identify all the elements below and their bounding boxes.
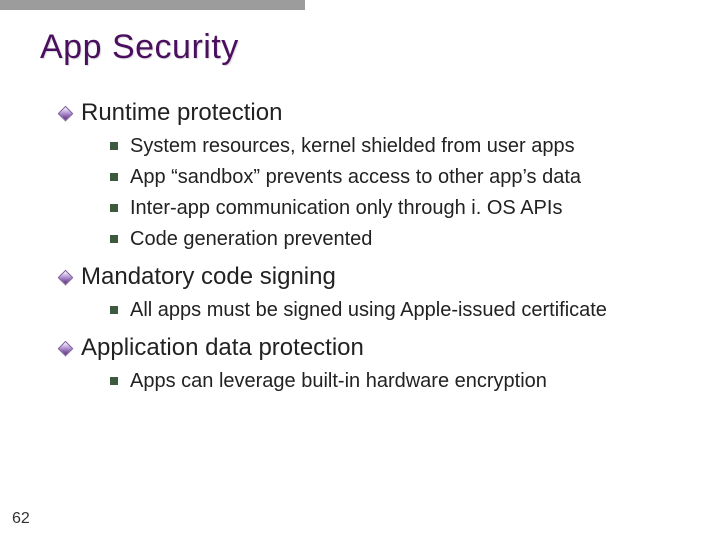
diamond-bullet-icon (58, 269, 74, 285)
diamond-bullet-icon (58, 105, 74, 121)
square-bullet-icon (110, 204, 118, 212)
section: Runtime protection System resources, ker… (60, 99, 700, 253)
diamond-bullet-icon (58, 340, 74, 356)
square-bullet-icon (110, 377, 118, 385)
page-number: 62 (12, 510, 30, 528)
square-bullet-icon (110, 142, 118, 150)
list-item: All apps must be signed using Apple-issu… (110, 297, 700, 324)
section-heading-row: Mandatory code signing (60, 263, 700, 291)
slide-body: App Security Runtime protection System r… (40, 28, 700, 405)
list-item-text: System resources, kernel shielded from u… (130, 133, 575, 160)
square-bullet-icon (110, 235, 118, 243)
list-item: Inter-app communication only through i. … (110, 195, 700, 222)
list-item-text: App “sandbox” prevents access to other a… (130, 164, 581, 191)
section-heading: Runtime protection (81, 99, 282, 127)
section: Application data protection Apps can lev… (60, 334, 700, 395)
section: Mandatory code signing All apps must be … (60, 263, 700, 324)
list-item: System resources, kernel shielded from u… (110, 133, 700, 160)
section-heading: Mandatory code signing (81, 263, 336, 291)
section-heading: Application data protection (81, 334, 364, 362)
list-item-text: Inter-app communication only through i. … (130, 195, 562, 222)
list-item: Code generation prevented (110, 226, 700, 253)
list-item-text: All apps must be signed using Apple-issu… (130, 297, 607, 324)
slide-title: App Security (40, 28, 700, 67)
list-item: Apps can leverage built-in hardware encr… (110, 368, 700, 395)
top-accent-bar (0, 0, 305, 10)
square-bullet-icon (110, 306, 118, 314)
square-bullet-icon (110, 173, 118, 181)
list-item-text: Apps can leverage built-in hardware encr… (130, 368, 547, 395)
list-item: App “sandbox” prevents access to other a… (110, 164, 700, 191)
section-heading-row: Runtime protection (60, 99, 700, 127)
list-item-text: Code generation prevented (130, 226, 372, 253)
section-heading-row: Application data protection (60, 334, 700, 362)
